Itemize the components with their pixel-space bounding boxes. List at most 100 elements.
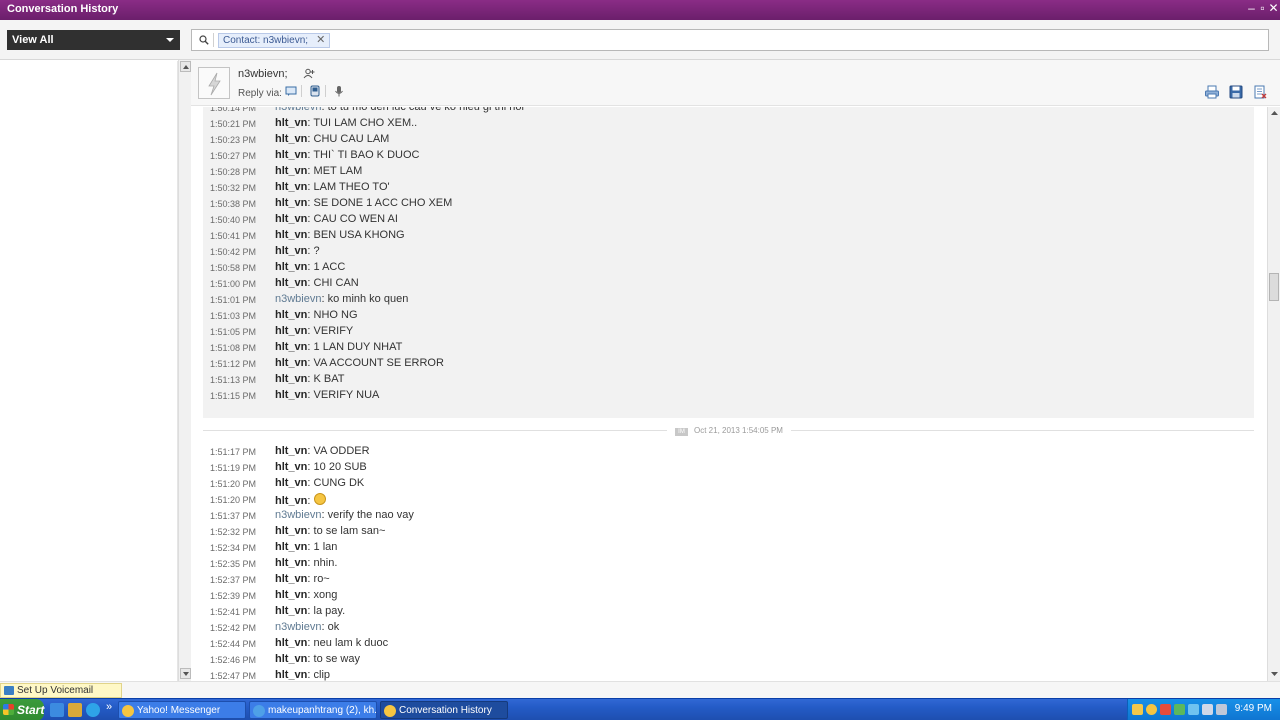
- message-sender: hlt_vn: [275, 477, 308, 489]
- start-label: Start: [17, 703, 45, 717]
- quicklaunch-app-icon[interactable]: [68, 703, 82, 717]
- message-body: hlt_vn: xong: [275, 589, 337, 601]
- message-text: 10 20 SUB: [313, 461, 367, 473]
- message-time: 1:52:46 PM: [210, 655, 257, 665]
- message-text: CHI CAN: [313, 277, 359, 289]
- message-time: 1:52:44 PM: [210, 639, 257, 649]
- im-icon[interactable]: [285, 85, 297, 97]
- tray-folder-icon[interactable]: [1132, 704, 1143, 715]
- yahoo-messenger-icon: [122, 705, 134, 717]
- message-body: hlt_vn: 1 ACC: [275, 261, 345, 273]
- message-body: hlt_vn: ?: [275, 245, 320, 257]
- tray-app-icon[interactable]: [1202, 704, 1213, 715]
- minimize-icon[interactable]: –: [1246, 1, 1257, 15]
- scroll-thumb[interactable]: [1269, 273, 1279, 301]
- quicklaunch-more-icon[interactable]: »: [106, 701, 112, 713]
- message-sender: hlt_vn: [275, 495, 308, 507]
- message-sender: n3wbievn: [275, 107, 322, 113]
- message-time: 1:51:37 PM: [210, 511, 257, 521]
- message-text: 1 ACC: [313, 261, 346, 273]
- close-icon[interactable]: ✕: [1268, 1, 1279, 15]
- print-icon[interactable]: [1204, 84, 1220, 100]
- taskbar: Start » Yahoo! Messenger makeupanhtrang …: [0, 698, 1280, 720]
- message-text: ok: [327, 621, 340, 633]
- message-text: ro~: [313, 573, 330, 585]
- message-text: xong: [313, 589, 338, 601]
- yahoo-messenger-icon: [384, 705, 396, 717]
- list-scrollbar[interactable]: [178, 60, 191, 681]
- message-body: hlt_vn: VA ACCOUNT SE ERROR: [275, 357, 444, 369]
- search-box[interactable]: Contact: n3wbievn; ✕: [191, 29, 1269, 51]
- reply-via-label: Reply via:: [238, 88, 282, 99]
- voice-icon[interactable]: [333, 85, 345, 97]
- message-time: 1:51:00 PM: [210, 279, 257, 289]
- message-time: 1:51:08 PM: [210, 343, 257, 353]
- search-filter-chip[interactable]: Contact: n3wbievn; ✕: [218, 33, 331, 48]
- message-sender: hlt_vn: [275, 525, 308, 537]
- scroll-up-icon[interactable]: [180, 61, 191, 72]
- message-time: 1:50:27 PM: [210, 151, 257, 161]
- message-sender: hlt_vn: [275, 325, 308, 337]
- contact-name: n3wbievn;: [238, 68, 288, 80]
- message-body: n3wbievn: ko minh ko quen: [275, 293, 408, 305]
- message-text: BEN USA KHONG: [313, 229, 405, 241]
- message-text: la pay.: [313, 605, 346, 617]
- message-body: hlt_vn: la pay.: [275, 605, 345, 617]
- tray-app-icon[interactable]: [1174, 704, 1185, 715]
- system-tray: 9:49 PM: [1127, 699, 1280, 720]
- message-sender: hlt_vn: [275, 389, 308, 401]
- message-time: 1:50:23 PM: [210, 135, 257, 145]
- message-body: hlt_vn: neu lam k duoc: [275, 637, 388, 649]
- message-sender: hlt_vn: [275, 149, 308, 161]
- tray-app-icon[interactable]: [1160, 704, 1171, 715]
- save-icon[interactable]: [1228, 84, 1244, 100]
- start-button[interactable]: Start: [0, 699, 44, 720]
- taskbar-button-conversation-history[interactable]: Conversation History: [380, 701, 508, 719]
- message-text: NHO NG: [313, 309, 358, 321]
- conversation-list[interactable]: [0, 61, 178, 681]
- tray-volume-icon[interactable]: [1216, 704, 1227, 715]
- setup-voicemail-link[interactable]: Set Up Voicemail: [0, 683, 122, 698]
- message-sender: hlt_vn: [275, 197, 308, 209]
- taskbar-button-yahoo-messenger[interactable]: Yahoo! Messenger: [118, 701, 246, 719]
- setup-voicemail-label: Set Up Voicemail: [17, 685, 94, 696]
- message-body: hlt_vn: TUI LAM CHO XEM..: [275, 117, 417, 129]
- message-text: VA ODDER: [313, 445, 370, 457]
- message-body: hlt_vn: CAU CO WEN AI: [275, 213, 398, 225]
- remove-filter-icon[interactable]: ✕: [316, 34, 325, 47]
- sms-icon[interactable]: [309, 85, 321, 97]
- scroll-down-icon[interactable]: [180, 668, 191, 679]
- reply-separator: [325, 85, 326, 97]
- message-time: 1:52:42 PM: [210, 623, 257, 633]
- message-body: hlt_vn: BEN USA KHONG: [275, 229, 405, 241]
- restore-icon[interactable]: ▫: [1257, 1, 1268, 15]
- message-sender: n3wbievn: [275, 293, 322, 305]
- scroll-up-icon[interactable]: [1269, 108, 1280, 119]
- message-history[interactable]: 1:50:14 PM n3wbievn: to tu mo den luc cau…: [191, 107, 1267, 681]
- history-scrollbar[interactable]: [1267, 107, 1280, 681]
- quicklaunch-app-icon[interactable]: [50, 703, 64, 717]
- message-time: 1:50:40 PM: [210, 215, 257, 225]
- message-sender: hlt_vn: [275, 541, 308, 553]
- browser-icon[interactable]: [86, 703, 100, 717]
- conversation-header: n3wbievn; Reply via:: [191, 60, 1280, 106]
- message-time: 1:52:47 PM: [210, 671, 257, 681]
- taskbar-button-browser[interactable]: makeupanhtrang (2), kh...: [249, 701, 377, 719]
- message-time: 1:52:35 PM: [210, 559, 257, 569]
- voicemail-icon: [4, 686, 14, 695]
- scroll-down-icon[interactable]: [1269, 668, 1280, 679]
- message-text: to se way: [313, 653, 360, 665]
- title-bar: Conversation History – ▫ ✕: [0, 0, 1280, 20]
- message-body: hlt_vn: to se lam san~: [275, 525, 385, 537]
- taskbar-button-label: Conversation History: [399, 705, 492, 716]
- message-body: hlt_vn: THI` TI BAO K DUOC: [275, 149, 419, 161]
- delete-icon[interactable]: [1252, 84, 1268, 100]
- add-contact-icon[interactable]: [303, 68, 315, 80]
- message-body: n3wbievn: verify the nao vay: [275, 509, 414, 521]
- message-text: to se lam san~: [313, 525, 386, 537]
- taskbar-button-label: makeupanhtrang (2), kh...: [268, 705, 377, 716]
- view-filter-dropdown[interactable]: View All: [7, 30, 180, 50]
- tray-messenger-icon[interactable]: [1146, 704, 1157, 715]
- message-sender: hlt_vn: [275, 309, 308, 321]
- tray-network-icon[interactable]: [1188, 704, 1199, 715]
